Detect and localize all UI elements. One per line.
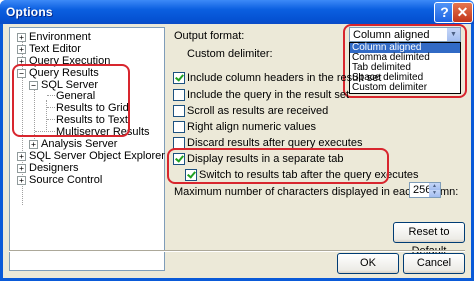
expand-icon[interactable]: + <box>17 176 26 185</box>
expand-icon[interactable]: + <box>17 152 26 161</box>
window-title: Options <box>6 5 53 19</box>
tree-item-label: Designers <box>29 162 79 174</box>
cancel-button[interactable]: Cancel <box>403 253 465 274</box>
spinner-buttons[interactable]: ▲ ▼ <box>429 183 440 197</box>
reset-to-default-button[interactable]: Reset to Default <box>393 222 465 257</box>
spin-up-icon[interactable]: ▲ <box>429 183 440 190</box>
highlight-box <box>343 24 467 98</box>
expand-icon[interactable]: + <box>17 45 26 54</box>
ok-button[interactable]: OK <box>337 253 399 274</box>
expand-icon[interactable]: + <box>17 33 26 42</box>
close-button[interactable]: ✕ <box>452 2 473 23</box>
dialog-body: + Environment + Text Editor + Query Exec… <box>3 24 471 278</box>
include-headers-checkbox[interactable] <box>173 72 185 84</box>
highlight-box <box>167 148 389 184</box>
options-window: Options ? ✕ + Environment + Text Editor … <box>0 0 474 281</box>
footer-divider <box>9 250 465 252</box>
custom-delimiter-label: Custom delimiter: <box>187 48 273 60</box>
output-format-label: Output format: <box>174 30 245 42</box>
highlight-box <box>12 64 130 137</box>
tree-item-label: Environment <box>29 31 91 43</box>
tree-item-label: SQL Server Object Explorer <box>29 150 165 162</box>
max-chars-spinner[interactable]: 256 ▲ ▼ <box>409 182 441 198</box>
tree-item-label: Analysis Server <box>41 138 118 150</box>
tree-item-label: Text Editor <box>29 43 81 55</box>
scroll-results-checkbox[interactable] <box>173 105 185 117</box>
expand-icon[interactable]: + <box>17 164 26 173</box>
right-align-checkbox[interactable] <box>173 121 185 133</box>
expand-icon[interactable]: + <box>29 140 38 149</box>
tree-item-label: Source Control <box>29 174 103 186</box>
options-tree[interactable]: + Environment + Text Editor + Query Exec… <box>9 27 165 271</box>
title-bar[interactable]: Options ? ✕ <box>0 0 474 24</box>
checkbox-label: Right align numeric values <box>187 121 317 133</box>
checkbox-label: Include column headers in the result set <box>187 72 382 84</box>
include-query-checkbox[interactable] <box>173 89 185 101</box>
spin-down-icon[interactable]: ▼ <box>429 190 440 197</box>
checkbox-label: Include the query in the result set <box>187 89 350 101</box>
checkbox-label: Scroll as results are received <box>187 105 329 117</box>
